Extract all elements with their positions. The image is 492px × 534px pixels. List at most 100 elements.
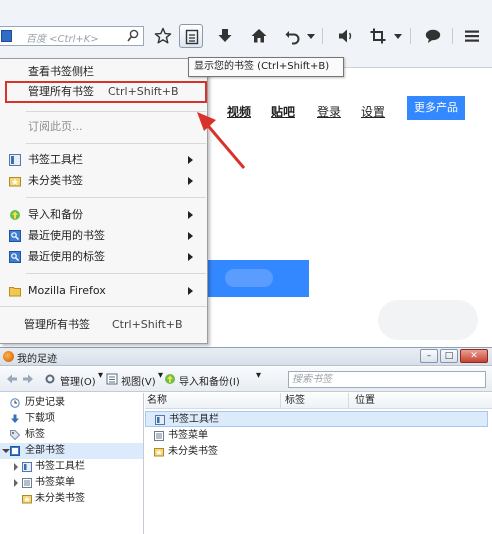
download-icon [11, 414, 19, 423]
crop-dropdown[interactable] [392, 24, 406, 48]
nav-link-login[interactable]: 登录 [317, 103, 341, 120]
menu-separator [26, 197, 206, 198]
list-row-label: 书签工具栏 [169, 414, 219, 425]
menu-item-bookmarks-toolbar[interactable]: 书签工具栏 [0, 150, 207, 170]
manage-menu[interactable]: 管理(O) [60, 373, 96, 388]
tree-item-bookmarks-menu[interactable]: 书签菜单 [0, 475, 143, 491]
list-row-bookmarks-menu[interactable]: 书签菜单 [145, 428, 488, 444]
menu-item-recent-tags[interactable]: 最近使用的标签 [0, 247, 207, 267]
menu-item-label: 书签工具栏 [28, 153, 83, 166]
menu-item-mozilla-firefox[interactable]: Mozilla Firefox [0, 281, 207, 301]
views-menu[interactable]: 视图(V) [121, 373, 156, 388]
library-title-bar: 我的足迹 – □ ✕ [0, 348, 492, 366]
menu-item-manage-bookmarks-footer[interactable]: 管理所有书签 Ctrl+Shift+B [0, 315, 207, 335]
submenu-arrow-icon [188, 177, 193, 185]
show-bookmarks-button[interactable] [179, 24, 203, 48]
import-dropdown-icon[interactable]: ▾ [256, 370, 261, 381]
menu-separator [0, 306, 207, 307]
tree-item-label: 历史记录 [25, 397, 65, 408]
forward-arrow-icon[interactable] [22, 373, 34, 385]
list-row-label: 未分类书签 [168, 446, 218, 457]
close-icon: ✕ [470, 351, 478, 361]
submenu-arrow-icon [188, 253, 193, 261]
tree-item-bookmarks-toolbar[interactable]: 书签工具栏 [0, 459, 143, 475]
hamburger-icon [465, 30, 479, 42]
downloads-button[interactable] [213, 24, 237, 48]
search-icon[interactable] [127, 29, 139, 43]
menu-item-import-backup[interactable]: 导入和备份 [0, 205, 207, 225]
views-dropdown-icon[interactable]: ▾ [158, 370, 163, 381]
menu-button[interactable] [460, 24, 484, 48]
blurred-label [225, 269, 273, 287]
back-history-button[interactable] [281, 24, 305, 48]
column-header-tags[interactable]: 标签 [283, 393, 349, 409]
list-row-unsorted-bookmarks[interactable]: 未分类书签 [145, 444, 488, 460]
toolbar-icon [155, 415, 165, 425]
list-row-bookmarks-toolbar[interactable]: 书签工具栏 [145, 411, 488, 427]
volume-button[interactable] [334, 24, 358, 48]
toolbar-icon [9, 154, 21, 166]
column-header-location[interactable]: 位置 [353, 393, 492, 409]
menu-item-manage-bookmarks[interactable]: 管理所有书签 Ctrl+Shift+B [5, 81, 207, 103]
nav-link-video[interactable]: 视频 [227, 103, 251, 120]
bookmarks-tooltip: 显示您的书签 (Ctrl+Shift+B) [188, 57, 344, 77]
library-title: 我的足迹 [17, 354, 57, 365]
clock-icon [10, 398, 20, 408]
submenu-arrow-icon [188, 287, 193, 295]
submenu-arrow-icon [188, 156, 193, 164]
nav-link-settings[interactable]: 设置 [361, 103, 385, 120]
maximize-button[interactable]: □ [440, 349, 458, 363]
download-arrow-icon [218, 29, 232, 42]
search-placeholder: 百度 <Ctrl+K> [26, 34, 99, 45]
import-backup-icon [10, 210, 20, 220]
all-bookmarks-icon [10, 446, 20, 456]
tree-item-history[interactable]: 历史记录 [0, 395, 143, 411]
close-button[interactable]: ✕ [460, 349, 488, 363]
collapse-arrow-icon[interactable] [2, 449, 10, 453]
tag-icon [10, 430, 20, 440]
home-button[interactable] [247, 24, 271, 48]
star-folder-icon [22, 495, 32, 504]
menu-item-recent-bookmarks[interactable]: 最近使用的书签 [0, 226, 207, 246]
manage-dropdown-icon[interactable]: ▾ [98, 370, 103, 381]
submenu-arrow-icon [188, 232, 193, 240]
speech-bubble-icon [425, 29, 441, 43]
tree-item-downloads[interactable]: 下载项 [0, 411, 143, 427]
menu-item-label: 最近使用的书签 [28, 229, 105, 242]
toolbar-icon [22, 462, 32, 472]
list-row-label: 书签菜单 [168, 430, 208, 441]
column-header-name[interactable]: 名称 [145, 393, 281, 409]
expand-arrow-icon[interactable] [14, 463, 18, 471]
library-search-input[interactable]: 搜索书签 [288, 371, 486, 388]
firefox-logo-icon [3, 351, 14, 362]
expand-arrow-icon[interactable] [14, 479, 18, 487]
import-backup-menu[interactable]: 导入和备份(I) [179, 373, 240, 388]
minimize-button[interactable]: – [420, 349, 438, 363]
chevron-down-icon [307, 34, 315, 39]
tree-item-tags[interactable]: 标签 [0, 427, 143, 443]
menu-item-unsorted-bookmarks[interactable]: 未分类书签 [0, 171, 207, 191]
import-backup-icon [165, 374, 175, 384]
menu-item-shortcut: Ctrl+Shift+B [112, 318, 183, 331]
menu-item-view-sidebar[interactable]: 查看书签侧栏 [0, 62, 207, 82]
toolbar-divider [322, 28, 323, 44]
nav-link-tieba[interactable]: 贴吧 [271, 103, 295, 120]
tree-item-all-bookmarks[interactable]: 全部书签 [0, 443, 143, 459]
menu-item-label: 订阅此页... [28, 120, 83, 133]
history-dropdown[interactable] [305, 24, 319, 48]
tree-item-label: 下载项 [25, 413, 55, 424]
chat-button[interactable] [421, 24, 445, 48]
recent-bookmarks-icon [9, 230, 21, 242]
recent-tags-icon [9, 251, 21, 263]
menu-item-label: 导入和备份 [28, 208, 83, 221]
library-window: 我的足迹 – □ ✕ 管理(O) ▾ 视图(V) ▾ 导入和备份(I) ▾ 搜索… [0, 347, 492, 534]
bookmark-star-button[interactable] [151, 24, 175, 48]
search-box[interactable]: 百度 <Ctrl+K> [0, 26, 144, 46]
search-submit-button[interactable] [205, 260, 309, 297]
crop-button[interactable] [366, 24, 390, 48]
back-arrow-icon[interactable] [6, 373, 18, 385]
menu-item-label: 管理所有书签 [28, 85, 94, 98]
tree-item-unsorted-bookmarks[interactable]: 未分类书签 [0, 491, 143, 507]
more-products-button[interactable]: 更多产品 [407, 96, 465, 120]
search-engine-icon[interactable] [1, 30, 12, 42]
